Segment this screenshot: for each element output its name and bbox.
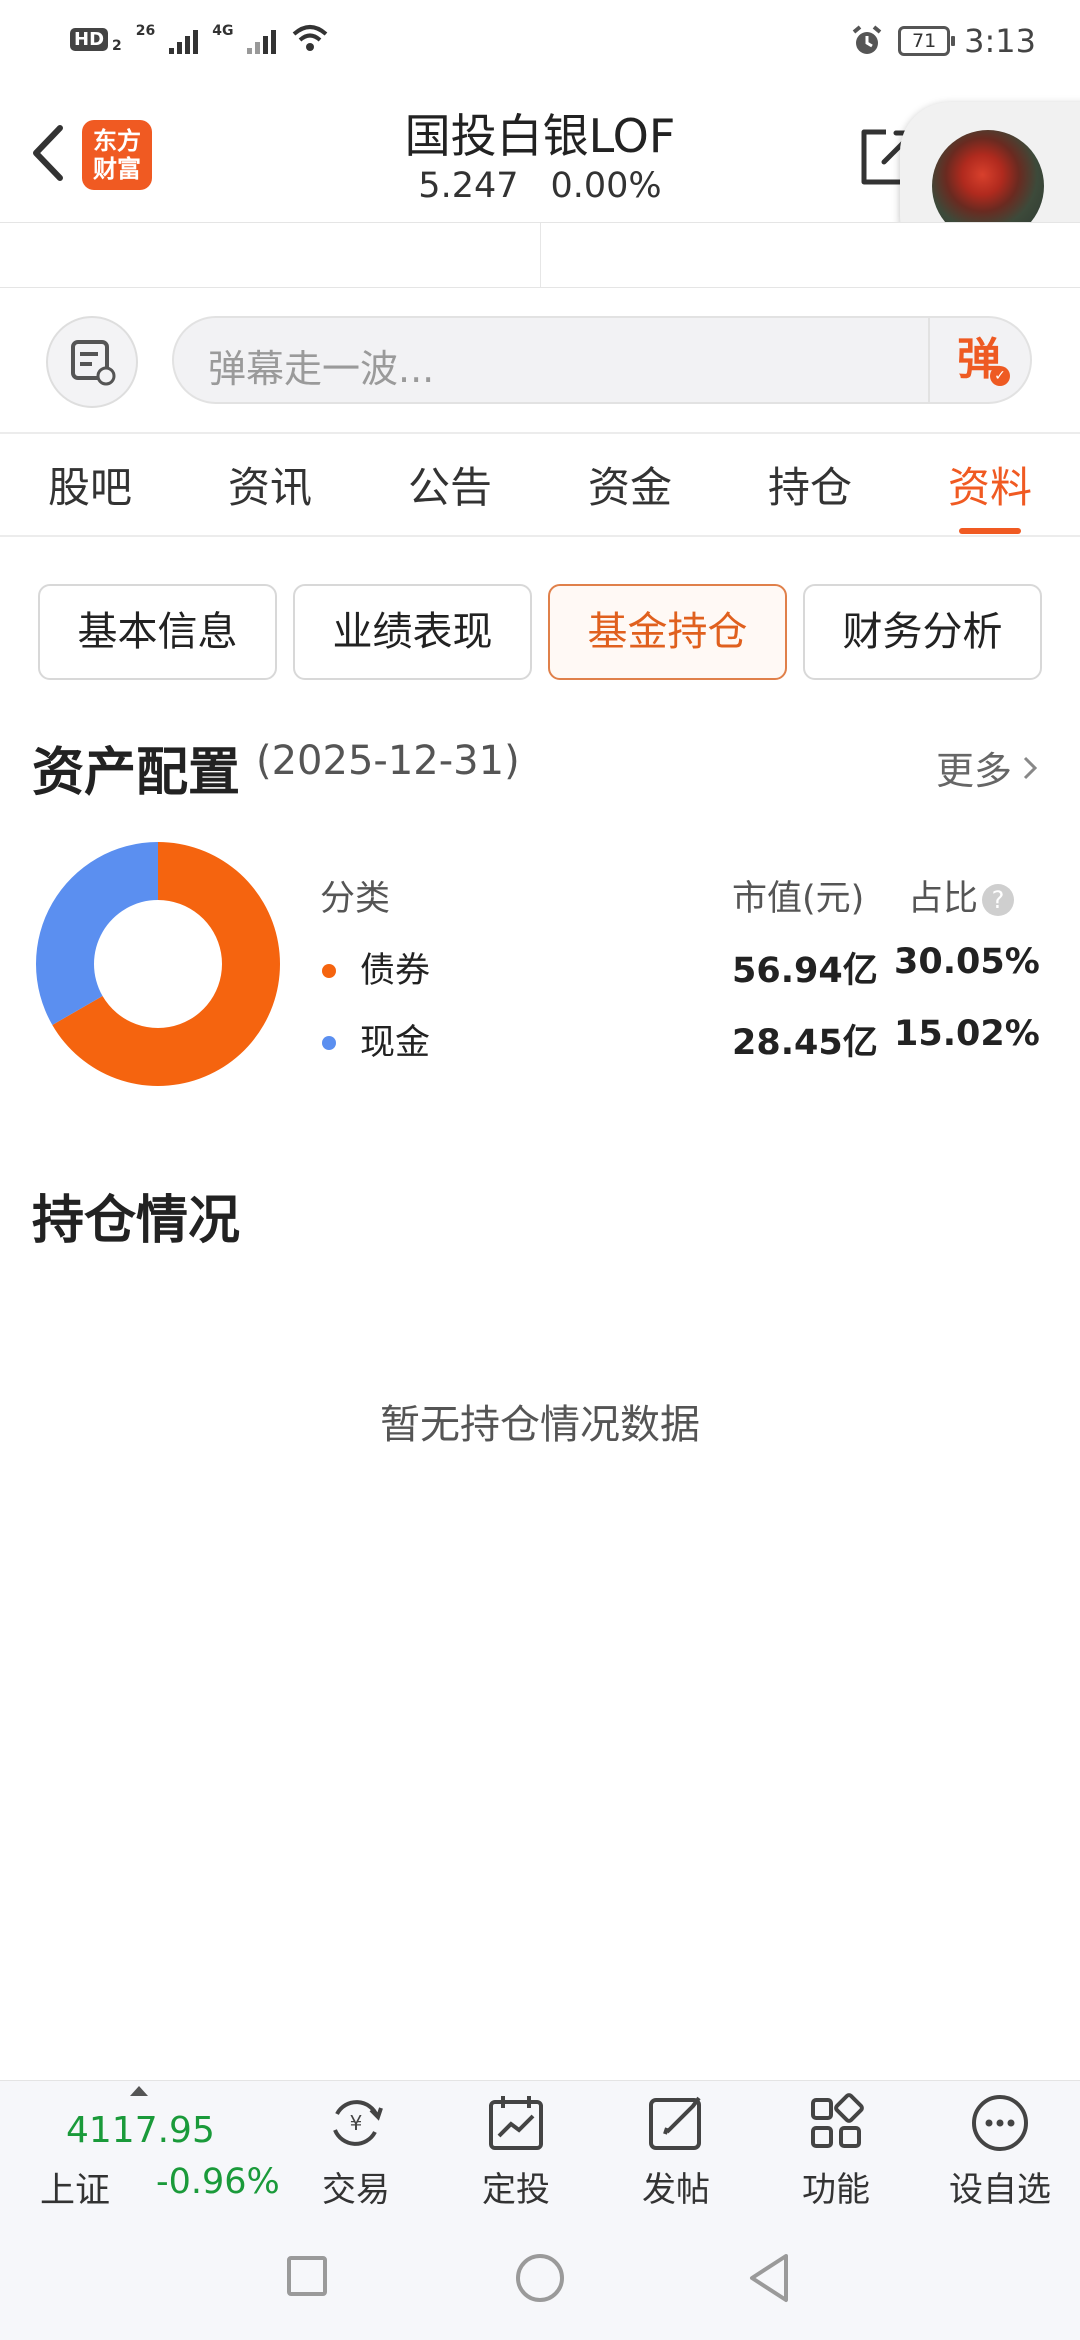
toolbar-add-watchlist-button[interactable]: 设自选 (940, 2092, 1060, 2211)
danmu-placeholder: 弹幕走一波... (208, 347, 435, 391)
divider (540, 223, 541, 287)
toolbar-label: 定投 (482, 2170, 550, 2210)
page-title: 国投白银LOF (404, 109, 676, 163)
battery-level: 71 (912, 30, 937, 52)
chip-basic-info[interactable]: 基本信息 (38, 584, 277, 680)
asset-table-header: 分类 市值(元) 占比? (320, 870, 1040, 942)
tab-profile[interactable]: 资料 (900, 450, 1080, 530)
more-link[interactable]: 更多 (936, 740, 1040, 795)
asset-market-value: 56.94亿 (732, 951, 878, 991)
tab-funds[interactable]: 资金 (540, 450, 720, 530)
asset-row-cash: 现金 28.45亿 15.02% (320, 1014, 1040, 1086)
toolbar-trade-button[interactable]: ¥ 交易 (296, 2092, 416, 2211)
header-market-value: 市值(元) (732, 879, 865, 919)
more-icon (972, 2095, 1028, 2151)
svg-text:¥: ¥ (350, 2111, 363, 2135)
battery-icon: 71 (898, 26, 956, 56)
toolbar-label: 发帖 (642, 2170, 710, 2210)
header-category: 分类 (320, 879, 391, 919)
price-line: 5.247 0.00% (300, 166, 780, 206)
hd-icon: HD (70, 27, 109, 51)
danmu-input[interactable]: 弹幕走一波... 弹 ✓ (172, 316, 1032, 404)
toolbar-label: 功能 (802, 2170, 870, 2210)
tab-news[interactable]: 资讯 (180, 450, 360, 530)
apps-icon (811, 2093, 864, 2148)
hd-label: HD (74, 28, 105, 50)
network-label-1: 26 (135, 23, 156, 39)
index-change[interactable]: -0.96% (156, 2162, 280, 2202)
alarm-icon (852, 25, 882, 54)
legend-dot (322, 964, 336, 978)
caret-up-icon[interactable] (130, 2086, 148, 2096)
status-right: 71 3:13 (850, 22, 1036, 60)
asset-allocation-date: (2025-12-31) (256, 738, 520, 784)
toolbar-label: 交易 (322, 2170, 390, 2210)
divider (0, 287, 1080, 288)
network-label-2: 4G (212, 23, 234, 39)
wifi-icon (293, 25, 328, 51)
post-icon (649, 2096, 701, 2150)
toolbar-post-button[interactable]: 发帖 (616, 2092, 736, 2211)
signal-icon (169, 24, 199, 54)
toolbar-auto-invest-button[interactable]: 定投 (456, 2092, 576, 2211)
index-name[interactable]: 上证 (40, 2162, 110, 2213)
header-ratio: 占比? (908, 870, 1015, 921)
sub-tabs: 基本信息 业绩表现 基金持仓 财务分析 (38, 584, 1042, 680)
clock: 3:13 (964, 22, 1036, 60)
tab-announcements[interactable]: 公告 (360, 450, 540, 530)
chip-fund-holdings[interactable]: 基金持仓 (548, 584, 787, 680)
index-value[interactable]: 4117.95 (66, 2110, 215, 2151)
recents-button[interactable] (287, 2256, 327, 2296)
asset-table: 分类 市值(元) 占比? 债券 56.94亿 30.05% 现金 28.45亿 … (320, 870, 1040, 1086)
divider (0, 535, 1080, 537)
asset-allocation-title: 资产配置 (32, 743, 241, 803)
chip-performance[interactable]: 业绩表现 (293, 584, 532, 680)
more-label: 更多 (936, 749, 1013, 793)
trade-icon: ¥ (333, 2100, 383, 2146)
check-icon: ✓ (990, 366, 1010, 386)
asset-name: 债券 (360, 951, 431, 991)
asset-name: 现金 (360, 1023, 431, 1063)
danmu-settings-button[interactable] (46, 316, 138, 408)
toolbar-apps-button[interactable]: 功能 (776, 2092, 896, 2211)
tab-guba[interactable]: 股吧 (0, 450, 180, 530)
back-icon[interactable] (22, 118, 72, 188)
hd-sub: 2 (112, 38, 122, 54)
chip-financial-analysis[interactable]: 财务分析 (803, 584, 1042, 680)
asset-market-value: 28.45亿 (732, 1023, 878, 1063)
divider (928, 318, 930, 402)
danmu-send-button[interactable]: 弹 ✓ (944, 328, 1014, 392)
asset-ratio: 15.02% (894, 1014, 1040, 1054)
main-tabs: 股吧 资讯 公告 资金 持仓 资料 (0, 450, 1080, 530)
auto-invest-icon (489, 2096, 543, 2150)
header-ratio-label: 占比 (908, 879, 979, 919)
app-logo[interactable]: 东方 财富 (82, 120, 152, 190)
holdings-title: 持仓情况 (32, 1191, 241, 1251)
status-left: HD 2 26 4G (70, 23, 330, 54)
home-button[interactable] (516, 2254, 564, 2302)
legend-dot (322, 1036, 336, 1050)
price-change: 0.00% (550, 166, 662, 206)
holdings-empty-message: 暂无持仓情况数据 (380, 1402, 700, 1448)
logo-line1: 东方 (93, 127, 141, 155)
toolbar-label: 设自选 (949, 2170, 1051, 2210)
asset-ratio: 30.05% (894, 942, 1040, 982)
danmu-settings-icon (71, 340, 116, 386)
donut-slice-1 (36, 842, 158, 1025)
asset-donut-chart (36, 842, 280, 1086)
tab-holdings[interactable]: 持仓 (720, 450, 900, 530)
divider (0, 432, 1080, 434)
chevron-right-icon (1023, 756, 1038, 779)
asset-row-bond: 债券 56.94亿 30.05% (320, 942, 1040, 1014)
help-icon[interactable]: ? (982, 884, 1015, 916)
back-nav-button[interactable] (746, 2250, 792, 2306)
price-value: 5.247 (418, 166, 519, 206)
signal-icon-2 (247, 24, 277, 54)
logo-line2: 财富 (93, 155, 141, 183)
